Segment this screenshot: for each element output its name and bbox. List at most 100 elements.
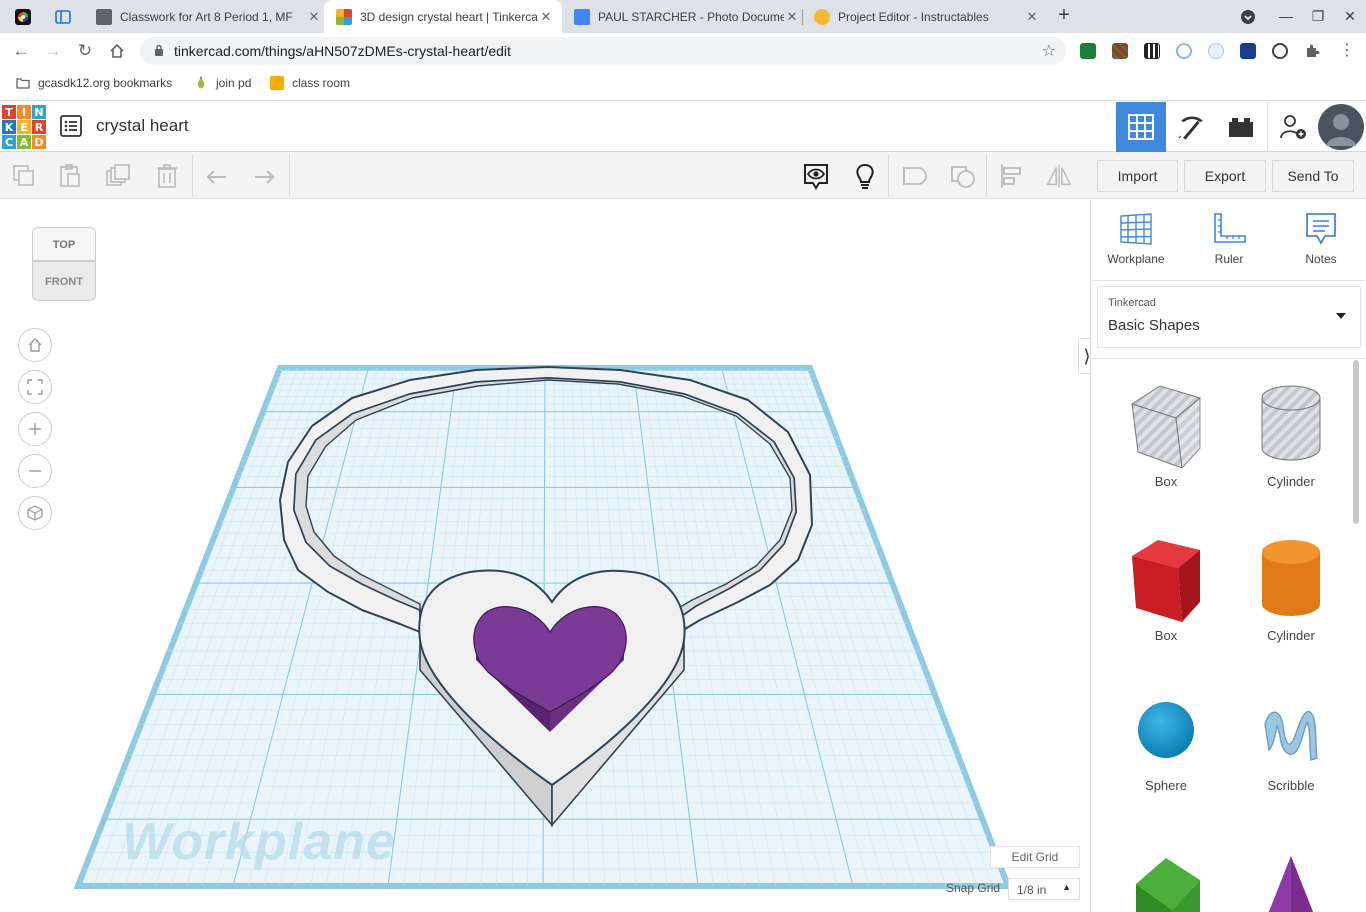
bricks-button[interactable]	[1216, 102, 1266, 152]
shape-box-solid[interactable]: Box	[1111, 536, 1221, 643]
bookmark-star-icon[interactable]: ☆	[1042, 41, 1056, 61]
hint-button[interactable]	[851, 162, 879, 190]
shape-scribble[interactable]: Scribble	[1236, 696, 1346, 793]
folder-icon	[16, 78, 30, 89]
zoom-out-button[interactable]	[18, 454, 52, 488]
box-hole-icon	[1130, 385, 1202, 468]
bookmark-join-pd[interactable]: join pd	[194, 76, 251, 90]
edit-grid-button[interactable]: Edit Grid	[990, 846, 1080, 868]
tab-search-icon[interactable]	[54, 0, 80, 33]
import-button[interactable]: Import	[1097, 160, 1178, 192]
back-button[interactable]: ←	[8, 38, 34, 64]
address-bar[interactable]: tinkercad.com/things/aHN507zDMEs-crystal…	[140, 37, 1066, 65]
toolbar-separator	[192, 154, 193, 197]
redo-button[interactable]	[250, 162, 278, 190]
tab-title: Classwork for Art 8 Period 1, MF	[120, 9, 293, 24]
qr-extension-icon[interactable]	[1112, 43, 1128, 59]
logo-letter: K	[2, 120, 16, 134]
heart-shield-extension-icon[interactable]	[1272, 43, 1288, 59]
shape-roof[interactable]	[1111, 854, 1221, 912]
new-tab-button[interactable]: +	[1053, 4, 1075, 28]
paste-button[interactable]	[56, 162, 84, 190]
tab-instructables[interactable]: Project Editor - Instructables ✕	[806, 0, 1040, 33]
scrollbar-thumb[interactable]	[1353, 360, 1359, 524]
classroom-favicon-icon	[96, 8, 112, 25]
tab-classwork[interactable]: Classwork for Art 8 Period 1, MF ✕	[88, 0, 322, 33]
home-button[interactable]	[104, 38, 130, 64]
reload-button[interactable]: ↻	[72, 38, 98, 64]
box-solid-icon	[1132, 540, 1200, 622]
circle-extension-icon[interactable]	[1176, 43, 1192, 59]
shield-extension-icon[interactable]	[1240, 43, 1256, 59]
workplane-scene[interactable]	[0, 200, 1090, 912]
close-tab-icon[interactable]: ✕	[1024, 9, 1040, 25]
design-list-icon[interactable]	[60, 115, 82, 137]
avatar[interactable]	[1316, 102, 1366, 152]
forward-button[interactable]: →	[40, 38, 66, 64]
3d-view-button[interactable]	[1116, 102, 1166, 152]
duplicate-button[interactable]	[104, 162, 132, 190]
close-tab-icon[interactable]: ✕	[784, 9, 800, 25]
group-button[interactable]	[900, 162, 928, 190]
scribble-icon	[1264, 710, 1318, 761]
extensions-puzzle-icon[interactable]	[1304, 43, 1320, 59]
minimize-button[interactable]: —	[1270, 0, 1302, 33]
shape-box-hole[interactable]: Box	[1111, 382, 1221, 489]
sphere-icon	[1138, 702, 1194, 758]
chrome-extension-icon[interactable]	[14, 0, 40, 33]
cloud-extension-icon[interactable]	[1208, 43, 1224, 59]
bookmark-gcasdk12[interactable]: gcasdk12.org bookmarks	[16, 76, 172, 90]
close-window-button[interactable]: ✕	[1334, 0, 1366, 33]
3d-viewport[interactable]: Workplane TOP FRONT Edit Grid Snap Grid …	[0, 200, 1090, 912]
ungroup-button[interactable]	[949, 162, 977, 190]
tab-list-icon[interactable]	[1232, 0, 1264, 33]
library-name: Basic Shapes	[1108, 317, 1200, 334]
close-tab-icon[interactable]: ✕	[538, 9, 554, 25]
workplane-tool[interactable]: Workplane	[1101, 212, 1171, 266]
home-view-button[interactable]	[18, 328, 52, 362]
shape-cylinder-solid[interactable]: Cylinder	[1236, 536, 1346, 643]
view-cube-top[interactable]: TOP	[32, 227, 96, 261]
sheets-extension-icon[interactable]	[1080, 43, 1096, 59]
browser-menu-icon[interactable]: ⋮	[1334, 38, 1360, 64]
tool-label: Workplane	[1107, 252, 1165, 266]
copy-button[interactable]	[10, 162, 38, 190]
tinkercad-logo[interactable]: T I N K E R C A D	[2, 105, 46, 149]
shapes-scrollbar[interactable]	[1351, 360, 1361, 912]
invite-user-button[interactable]	[1267, 102, 1317, 152]
view-cube[interactable]: TOP FRONT	[30, 225, 98, 303]
design-title[interactable]: crystal heart	[96, 116, 189, 136]
perspective-button[interactable]	[18, 496, 52, 530]
bookmark-class-room[interactable]: class room	[270, 76, 350, 90]
tab-tinkercad[interactable]: 3D design crystal heart | Tinkercad ✕	[324, 0, 562, 33]
qr-code-extension-icon[interactable]	[1144, 43, 1160, 59]
paste-icon	[60, 164, 80, 187]
codeblocks-button[interactable]	[1166, 102, 1216, 152]
grid-icon	[1128, 114, 1154, 140]
shape-cylinder-hole[interactable]: Cylinder	[1236, 382, 1346, 489]
home-icon	[110, 43, 124, 58]
restore-button[interactable]: ❐	[1302, 0, 1334, 33]
fit-view-button[interactable]	[18, 370, 52, 404]
ruler-tool[interactable]: Ruler	[1194, 212, 1264, 266]
delete-button[interactable]	[153, 162, 181, 190]
mirror-button[interactable]	[1045, 162, 1073, 190]
zoom-in-button[interactable]	[18, 412, 52, 446]
notes-tool[interactable]: Notes	[1286, 212, 1356, 266]
shape-label: Cylinder	[1267, 474, 1315, 489]
snap-grid-select[interactable]: 1/8 in ▲	[1008, 878, 1080, 900]
notes-visibility-button[interactable]	[802, 162, 830, 190]
close-tab-icon[interactable]: ✕	[306, 9, 322, 25]
browser-tab-strip: Classwork for Art 8 Period 1, MF ✕ 3D de…	[0, 0, 1366, 33]
classroom-icon	[270, 76, 284, 90]
send-to-button[interactable]: Send To	[1272, 160, 1354, 192]
view-cube-front[interactable]: FRONT	[32, 261, 96, 301]
undo-button[interactable]	[203, 162, 231, 190]
export-button[interactable]: Export	[1184, 160, 1266, 192]
shape-sphere[interactable]: Sphere	[1111, 696, 1221, 793]
tab-photo-documentation[interactable]: PAUL STARCHER - Photo Documentation ✕	[566, 0, 800, 33]
align-button[interactable]	[998, 162, 1026, 190]
shape-library-dropdown[interactable]: Tinkercad Basic Shapes	[1097, 286, 1361, 348]
ruler-icon	[1214, 213, 1246, 243]
shape-cone[interactable]	[1236, 854, 1346, 912]
